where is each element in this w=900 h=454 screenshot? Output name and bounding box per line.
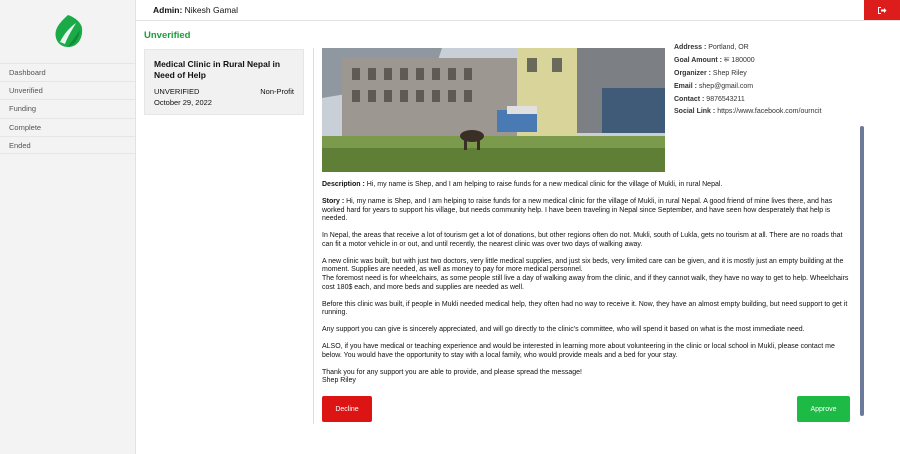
description-label: Description : xyxy=(322,181,365,188)
detail-organizer-value: Shep Riley xyxy=(712,69,747,77)
admin-info: Admin: Nikesh Gamal xyxy=(153,5,238,15)
story-paragraph-7: Thank you for any support you are able t… xyxy=(322,369,852,386)
sidebar-item-unverified[interactable]: Unverified xyxy=(0,81,135,99)
campaign-type: Non-Profit xyxy=(260,87,294,96)
detail-goal-value: रू 180000 xyxy=(723,56,755,64)
detail-email-value: shep@gmail.com xyxy=(698,82,754,90)
story-paragraph-2: In Nepal, the areas that receive a lot o… xyxy=(322,232,843,248)
story-text-3a: A new clinic was built, but with just tw… xyxy=(322,257,844,274)
detail-contact-label: Contact : xyxy=(674,95,705,103)
admin-label: Admin: xyxy=(153,5,183,15)
story-paragraph-6: ALSO, if you have medical or teaching ex… xyxy=(322,343,835,359)
story-text-1: Hi, my name is Shep, and I am helping to… xyxy=(322,197,833,223)
detail-social-label: Social Link : xyxy=(674,108,716,116)
detail-social: Social Link : https://www.facebook.com/o… xyxy=(674,106,854,119)
sidebar-nav: Dashboard Unverified Funding Complete En… xyxy=(0,63,135,154)
description-text: Hi, my name is Shep, and I am helping to… xyxy=(366,181,723,188)
detail-organizer: Organizer : Shep Riley xyxy=(674,68,854,81)
campaign-status: UNVERIFIED xyxy=(154,87,200,96)
detail-social-link[interactable]: https://www.facebook.com/ourncit xyxy=(717,108,821,115)
top-bar: Admin: Nikesh Gamal xyxy=(136,0,900,21)
sidebar-item-ended[interactable]: Ended xyxy=(0,135,135,154)
story-text-3b: The foremost need is for wheelchairs, as… xyxy=(322,274,849,291)
sidebar-item-dashboard[interactable]: Dashboard xyxy=(0,63,135,81)
panel-divider xyxy=(313,48,314,424)
campaign-title: Medical Clinic in Rural Nepal in Need of… xyxy=(154,59,281,80)
logout-icon xyxy=(878,6,887,14)
campaign-card[interactable]: Medical Clinic in Rural Nepal in Need of… xyxy=(144,49,304,115)
campaign-photo xyxy=(322,48,665,172)
description-paragraph: Description : Hi, my name is Shep, and I… xyxy=(322,181,852,190)
leaf-icon[interactable] xyxy=(52,14,84,48)
sidebar: Dashboard Unverified Funding Complete En… xyxy=(0,0,136,454)
campaign-description: Description : Hi, my name is Shep, and I… xyxy=(322,181,852,394)
detail-contact-value: 9876543211 xyxy=(706,95,745,103)
story-paragraph-4: Before this clinic was built, if people … xyxy=(322,300,848,317)
page-title: Unverified xyxy=(144,30,191,41)
sidebar-item-complete[interactable]: Complete xyxy=(0,117,135,136)
detail-address-label: Address : xyxy=(674,44,707,51)
detail-contact: Contact : 9876543211 xyxy=(674,94,854,107)
story-label: Story : xyxy=(322,197,345,205)
approve-button[interactable]: Approve xyxy=(797,396,850,422)
detail-email-label: Email : xyxy=(674,82,697,90)
detail-goal: Goal Amount : रू 180000 xyxy=(674,55,854,68)
admin-name: Nikesh Gamal xyxy=(184,5,239,15)
story-signature: Shep Riley xyxy=(322,377,356,385)
scrollbar-thumb[interactable] xyxy=(860,126,864,416)
detail-email: Email : shep@gmail.com xyxy=(674,81,854,94)
detail-address: Address : Portland, OR xyxy=(674,42,854,55)
story-paragraph-5: Any support you can give is sincerely ap… xyxy=(322,326,805,334)
story-paragraph-1: Story : Hi, my name is Shep, and I am he… xyxy=(322,198,852,224)
story-text-7: Thank you for any support you are able t… xyxy=(322,368,582,376)
campaign-details: Address : Portland, OR Goal Amount : रू … xyxy=(674,42,854,119)
logout-button[interactable] xyxy=(864,0,900,20)
detail-organizer-label: Organizer : xyxy=(674,69,711,77)
story-paragraph-3: A new clinic was built, but with just tw… xyxy=(322,258,852,292)
detail-goal-label: Goal Amount : xyxy=(674,56,722,64)
campaign-date: October 29, 2022 xyxy=(154,98,212,107)
decline-button[interactable]: Decline xyxy=(322,396,372,422)
detail-address-value: Portland, OR xyxy=(708,44,749,51)
sidebar-item-funding[interactable]: Funding xyxy=(0,99,135,117)
